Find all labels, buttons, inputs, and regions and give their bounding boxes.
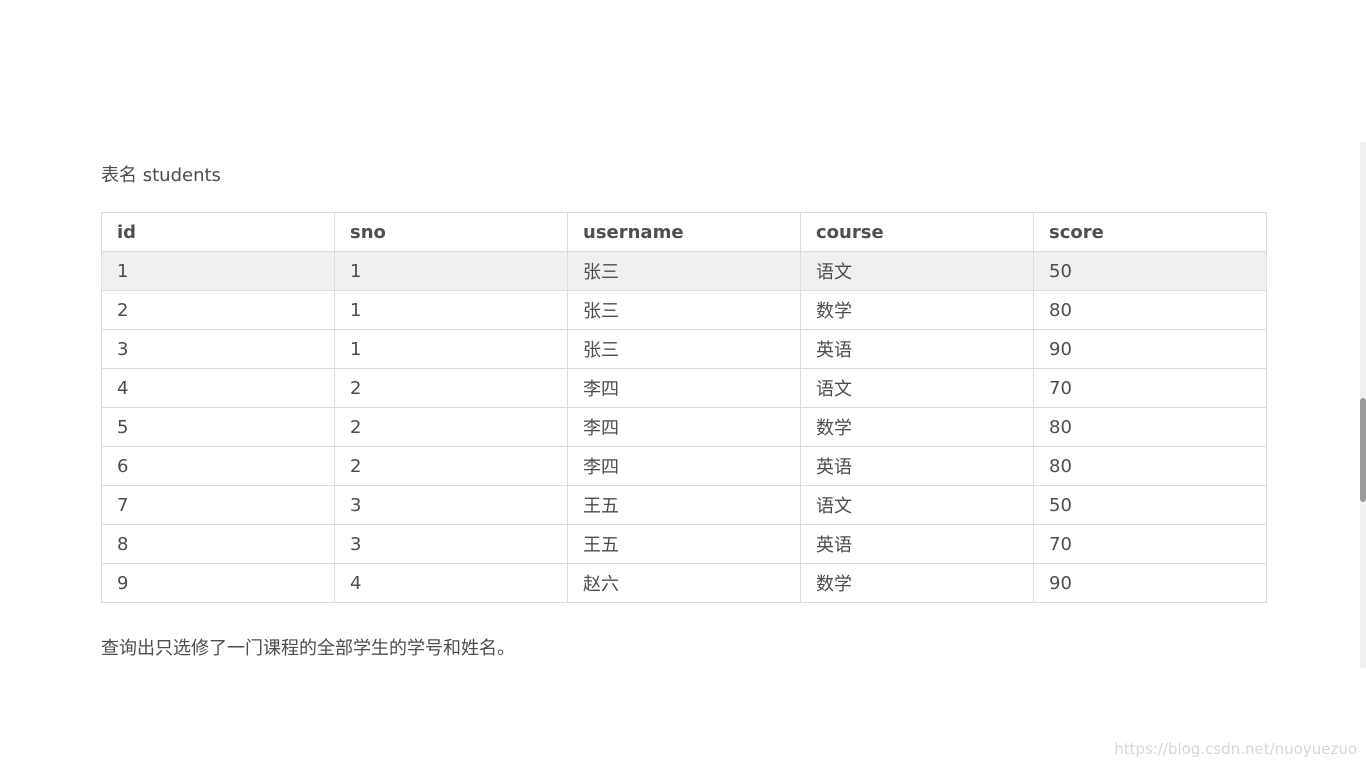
students-table: id sno username course score 1 1 张三 语文 50 2 1 张… (101, 212, 1267, 603)
header-score: score (1033, 212, 1267, 252)
header-username: username (567, 212, 801, 252)
cell-sno: 2 (334, 446, 568, 486)
cell-sno: 1 (334, 290, 568, 330)
cell-username: 张三 (567, 251, 801, 291)
cell-score: 50 (1033, 485, 1267, 525)
cell-sno: 1 (334, 251, 568, 291)
scrollbar-thumb[interactable] (1360, 398, 1366, 502)
cell-username: 李四 (567, 368, 801, 408)
cell-username: 李四 (567, 407, 801, 447)
cell-course: 语文 (800, 368, 1034, 408)
table-row: 3 1 张三 英语 90 (101, 329, 1267, 369)
cell-username: 李四 (567, 446, 801, 486)
cell-sno: 3 (334, 524, 568, 564)
cell-score: 80 (1033, 290, 1267, 330)
header-id: id (101, 212, 335, 252)
table-row: 1 1 张三 语文 50 (101, 251, 1267, 291)
question-text: 查询出只选修了一门课程的全部学生的学号和姓名。 (101, 638, 515, 659)
cell-username: 赵六 (567, 563, 801, 603)
watermark: https://blog.csdn.net/nuoyuezuo (1114, 740, 1357, 758)
cell-course: 英语 (800, 524, 1034, 564)
table-caption: 表名 students (101, 165, 221, 186)
cell-username: 王五 (567, 524, 801, 564)
cell-course: 语文 (800, 485, 1034, 525)
table-row: 8 3 王五 英语 70 (101, 524, 1267, 564)
cell-username: 张三 (567, 329, 801, 369)
cell-course: 英语 (800, 329, 1034, 369)
cell-sno: 2 (334, 407, 568, 447)
cell-username: 王五 (567, 485, 801, 525)
cell-score: 50 (1033, 251, 1267, 291)
cell-course: 数学 (800, 563, 1034, 603)
cell-score: 90 (1033, 329, 1267, 369)
cell-id: 9 (101, 563, 335, 603)
cell-id: 7 (101, 485, 335, 525)
cell-sno: 2 (334, 368, 568, 408)
cell-id: 4 (101, 368, 335, 408)
cell-id: 3 (101, 329, 335, 369)
cell-score: 80 (1033, 407, 1267, 447)
table-row: 9 4 赵六 数学 90 (101, 563, 1267, 603)
table-row: 4 2 李四 语文 70 (101, 368, 1267, 408)
cell-score: 70 (1033, 524, 1267, 564)
header-sno: sno (334, 212, 568, 252)
table-row: 2 1 张三 数学 80 (101, 290, 1267, 330)
table-row: 5 2 李四 数学 80 (101, 407, 1267, 447)
cell-course: 语文 (800, 251, 1034, 291)
cell-id: 2 (101, 290, 335, 330)
cell-sno: 1 (334, 329, 568, 369)
cell-id: 8 (101, 524, 335, 564)
cell-course: 数学 (800, 407, 1034, 447)
cell-score: 80 (1033, 446, 1267, 486)
page: 表名 students id sno username course score… (0, 0, 1366, 768)
cell-id: 1 (101, 251, 335, 291)
table-header-row: id sno username course score (101, 212, 1267, 252)
cell-id: 6 (101, 446, 335, 486)
table-row: 6 2 李四 英语 80 (101, 446, 1267, 486)
cell-course: 数学 (800, 290, 1034, 330)
cell-score: 90 (1033, 563, 1267, 603)
cell-sno: 3 (334, 485, 568, 525)
table-body: 1 1 张三 语文 50 2 1 张三 数学 80 3 1 张三 英语 90 4 2 李四 语文 70 5 2 李四 数学 80… (101, 251, 1267, 603)
header-course: course (800, 212, 1034, 252)
cell-id: 5 (101, 407, 335, 447)
cell-course: 英语 (800, 446, 1034, 486)
cell-sno: 4 (334, 563, 568, 603)
cell-username: 张三 (567, 290, 801, 330)
table-row: 7 3 王五 语文 50 (101, 485, 1267, 525)
cell-score: 70 (1033, 368, 1267, 408)
